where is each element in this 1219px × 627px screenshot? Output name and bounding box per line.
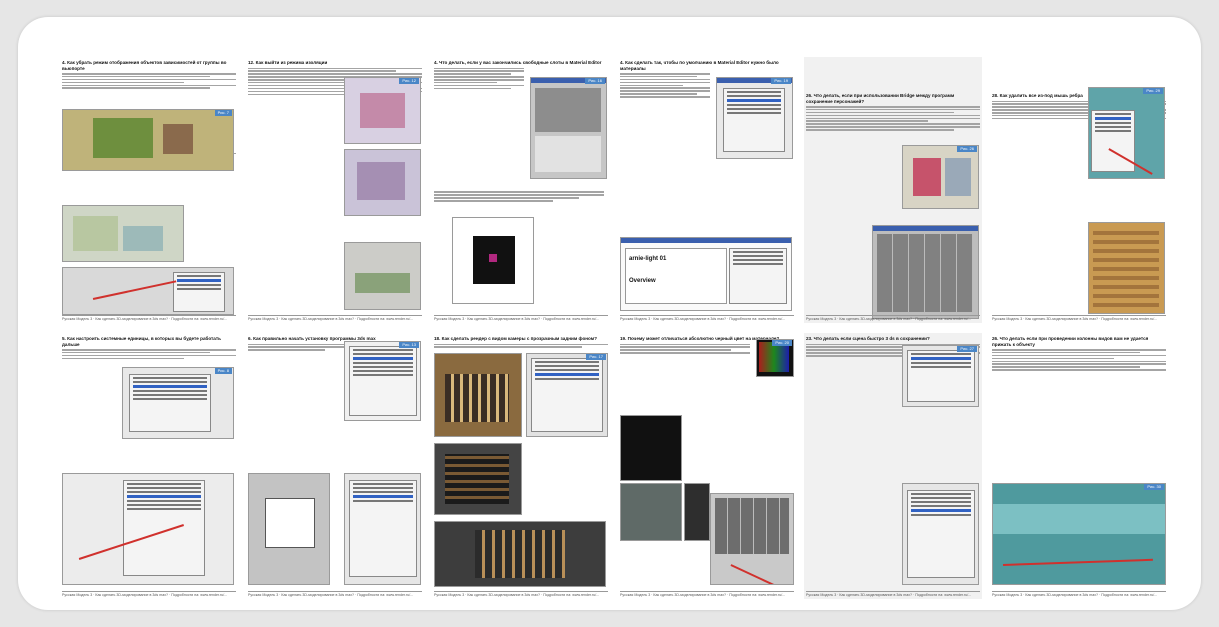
screenshot-file-menu: Рис. 27 bbox=[902, 345, 979, 407]
screenshot-box: Рис. 12 bbox=[344, 77, 421, 144]
figure-tag: Рис. 8 bbox=[214, 368, 232, 374]
page-footer: Русская Модель 3 · Как сделать 3D-модели… bbox=[62, 315, 236, 322]
figure-tag: Рис. 26 bbox=[957, 146, 977, 152]
page-heading: 12. Как выйти из режима изоляции bbox=[248, 60, 328, 65]
page-7: 5. Как настроить системные единицы, в ко… bbox=[60, 333, 238, 599]
screenshot-teal-panel: Рис. 29 bbox=[1088, 87, 1165, 179]
screenshot-menu-2 bbox=[344, 473, 421, 585]
page-heading: 26. Что делать если при проведении колон… bbox=[992, 336, 1149, 347]
figure-tag: Рис. 17 bbox=[586, 354, 606, 360]
page-footer: Русская Модель 3 · Как сделать 3D-модели… bbox=[806, 591, 980, 598]
screenshot-cube bbox=[684, 483, 710, 541]
page-6: 28. Как удалить все из-под мышь ребра Ри… bbox=[990, 57, 1168, 323]
screenshot-panel bbox=[62, 267, 234, 315]
screenshot-material-editor: Рис. 16 bbox=[530, 77, 607, 179]
screenshot-box-red: Рис. 26 bbox=[902, 145, 979, 209]
page-footer: Русская Модель 3 · Как сделать 3D-модели… bbox=[806, 315, 980, 322]
page-grid: 4. Как убрать режим отображения объектов… bbox=[60, 57, 1168, 599]
page-heading: 4. Как сделать так, чтобы по умолчанию в… bbox=[620, 60, 779, 71]
label-arnold: arnie-light 01 bbox=[629, 256, 667, 262]
page-footer: Русская Модель 3 · Как сделать 3D-модели… bbox=[248, 591, 422, 598]
screenshot-overview: arnie-light 01 Overview bbox=[620, 237, 792, 311]
page-5: 26. Что делать, если при использовании B… bbox=[804, 57, 982, 323]
screenshot-room bbox=[62, 205, 184, 262]
figure-tag: Рис. 16 bbox=[585, 78, 605, 84]
page-heading: 4. Как убрать режим отображения объектов… bbox=[62, 60, 227, 71]
screenshot-grey bbox=[620, 483, 682, 541]
page-footer: Русская Модель 3 · Как сделать 3D-модели… bbox=[248, 315, 422, 322]
page-3: 4. Что делать, если у вас закончились св… bbox=[432, 57, 610, 323]
page-heading: 26. Что делать, если при использовании B… bbox=[806, 93, 955, 104]
screenshot-mat-grid-2 bbox=[710, 493, 794, 585]
figure-tag: Рис. 27 bbox=[957, 346, 977, 352]
paragraph bbox=[62, 73, 236, 89]
figure-tag: Рис. 30 bbox=[1144, 484, 1164, 490]
page-9: 18. Как сделать рендер с видом камеры с … bbox=[432, 333, 610, 599]
page-heading: 5. Как настроить системные единицы, в ко… bbox=[62, 336, 221, 347]
figure-tag: Рис. 29 bbox=[1143, 88, 1163, 94]
page-10: 19. Почему может отличаться абсолютно че… bbox=[618, 333, 796, 599]
screenshot-viewport: Рис. 7 bbox=[62, 109, 234, 171]
page-footer: Русская Модель 3 · Как сделать 3D-модели… bbox=[620, 315, 794, 322]
figure-tag: Рис. 20 bbox=[772, 340, 792, 346]
screenshot-file-menu-2 bbox=[902, 483, 979, 585]
screenshot-units: Рис. 8 bbox=[122, 367, 234, 439]
page-heading: 18. Как сделать рендер с видом камеры с … bbox=[434, 336, 597, 341]
page-footer: Русская Модель 3 · Как сделать 3D-модели… bbox=[992, 315, 1166, 322]
page-heading: 4. Что делать, если у вас закончились св… bbox=[434, 60, 602, 65]
page-footer: Русская Модель 3 · Как сделать 3D-модели… bbox=[434, 591, 608, 598]
page-11: 23. Что делать если сцена быстро 3 ds в … bbox=[804, 333, 982, 599]
page-footer: Русская Модель 3 · Как сделать 3D-модели… bbox=[434, 315, 608, 322]
screenshot-wood bbox=[1088, 222, 1165, 314]
page-8: 6. Как правильно начать установку програ… bbox=[246, 333, 424, 599]
page-2: 12. Как выйти из режима изоляции Рис. 12… bbox=[246, 57, 424, 323]
screenshot-customize bbox=[62, 473, 234, 585]
page-footer: Русская Модель 3 · Как сделать 3D-модели… bbox=[62, 591, 236, 598]
screenshot-render-wide bbox=[434, 521, 606, 587]
screenshot-render-dark bbox=[434, 443, 522, 515]
figure-tag: Рис. 7 bbox=[214, 110, 232, 116]
page-1: 4. Как убрать режим отображения объектов… bbox=[60, 57, 238, 323]
page-footer: Русская Модель 3 · Как сделать 3D-модели… bbox=[620, 591, 794, 598]
figure-tag: Рис. 19 bbox=[771, 78, 791, 84]
screenshot-box-2 bbox=[344, 149, 421, 216]
figure-tag: Рис. 12 bbox=[399, 78, 419, 84]
page-4: 4. Как сделать так, чтобы по умолчанию в… bbox=[618, 57, 796, 323]
screenshot-black-render bbox=[620, 415, 682, 481]
figure-tag: Рис. 13 bbox=[399, 342, 419, 348]
screenshot-menu: Рис. 13 bbox=[344, 341, 421, 421]
screenshot-render-setup: Рис. 17 bbox=[526, 353, 608, 437]
screenshot-dialog: Рис. 19 bbox=[716, 77, 793, 159]
screenshot-material-grid bbox=[872, 225, 979, 319]
screenshot-color-picker: Рис. 20 bbox=[756, 339, 794, 377]
label-overview: Overview bbox=[629, 278, 656, 284]
document-sheet: 4. Как убрать режим отображения объектов… bbox=[18, 17, 1201, 610]
screenshot-scene bbox=[344, 242, 421, 310]
screenshot-dark bbox=[452, 217, 534, 304]
page-12: 26. Что делать если при проведении колон… bbox=[990, 333, 1168, 599]
page-heading: 23. Что делать если сцена быстро 3 ds в … bbox=[806, 336, 930, 341]
screenshot-teal-wide: Рис. 30 bbox=[992, 483, 1166, 585]
screenshot-square bbox=[248, 473, 330, 585]
page-footer: Русская Модель 3 · Как сделать 3D-модели… bbox=[992, 591, 1166, 598]
screenshot-render-room bbox=[434, 353, 522, 437]
